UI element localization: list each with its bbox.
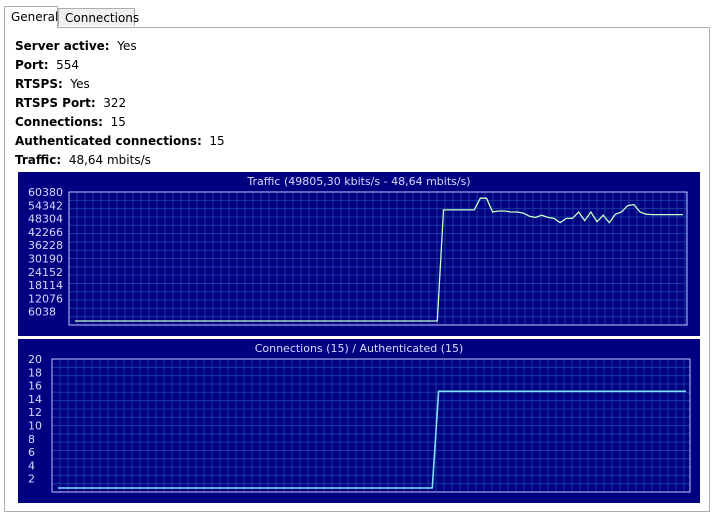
y-tick-label: 6 bbox=[28, 446, 35, 459]
rtsps-row: RTSPS: Yes bbox=[15, 75, 225, 94]
connections-value: 15 bbox=[110, 115, 126, 129]
tab-general[interactable]: General bbox=[4, 6, 58, 28]
connections-row: Connections: 15 bbox=[15, 113, 225, 132]
y-tick-label: 16 bbox=[28, 380, 42, 393]
y-tick-label: 12 bbox=[28, 406, 42, 419]
y-tick-label: 20 bbox=[28, 353, 42, 366]
y-tick-label: 54342 bbox=[28, 199, 63, 212]
server-info: Server active: Yes Port: 554 RTSPS: Yes … bbox=[15, 37, 225, 170]
traffic-label: Traffic: bbox=[15, 153, 62, 167]
y-tick-label: 2 bbox=[28, 473, 35, 486]
y-tick-label: 60380 bbox=[28, 186, 63, 199]
y-tick-label: 24152 bbox=[28, 266, 63, 279]
y-tick-label: 36228 bbox=[28, 239, 63, 252]
rtsps-port-row: RTSPS Port: 322 bbox=[15, 94, 225, 113]
general-panel: Server active: Yes Port: 554 RTSPS: Yes … bbox=[4, 27, 710, 512]
y-tick-label: 30190 bbox=[28, 253, 63, 266]
traffic-value: 48,64 mbits/s bbox=[68, 153, 151, 167]
authenticated-value: 15 bbox=[209, 134, 225, 148]
y-tick-label: 12076 bbox=[28, 292, 63, 305]
traffic-chart-svg: Traffic (49805,30 kbits/s - 48,64 mbits/… bbox=[28, 175, 688, 326]
chart-grid bbox=[52, 359, 690, 492]
traffic-row: Traffic: 48,64 mbits/s bbox=[15, 151, 225, 170]
y-tick-label: 4 bbox=[28, 459, 35, 472]
connections-label: Connections: bbox=[15, 115, 103, 129]
server-active-row: Server active: Yes bbox=[15, 37, 225, 56]
connections-chart-svg: Connections (15) / Authenticated (15)201… bbox=[28, 342, 691, 493]
rtsps-label: RTSPS: bbox=[15, 77, 63, 91]
connections-chart: Connections (15) / Authenticated (15) 20 1… bbox=[18, 339, 700, 503]
authenticated-row: Authenticated connections: 15 bbox=[15, 132, 225, 151]
chart-grid bbox=[69, 192, 687, 325]
y-tick-label: 14 bbox=[28, 393, 42, 406]
y-tick-label: 42266 bbox=[28, 226, 63, 239]
traffic-chart: Traffic (49805,30 kbits/s - 48,64 mbits/… bbox=[18, 172, 700, 336]
rtsps-port-label: RTSPS Port: bbox=[15, 96, 96, 110]
port-row: Port: 554 bbox=[15, 56, 225, 75]
authenticated-label: Authenticated connections: bbox=[15, 134, 202, 148]
y-tick-label: 18 bbox=[28, 366, 42, 379]
rtsps-port-value: 322 bbox=[103, 96, 127, 110]
server-active-value: Yes bbox=[117, 39, 137, 53]
y-tick-label: 8 bbox=[28, 433, 35, 446]
y-tick-label: 48304 bbox=[28, 213, 63, 226]
chart-title: Connections (15) / Authenticated (15) bbox=[255, 342, 464, 355]
port-label: Port: bbox=[15, 58, 49, 72]
tab-connections[interactable]: Connections bbox=[58, 8, 139, 26]
y-tick-label: 6038 bbox=[28, 306, 56, 319]
server-active-label: Server active: bbox=[15, 39, 110, 53]
chart-title: Traffic (49805,30 kbits/s - 48,64 mbits/… bbox=[246, 175, 470, 188]
port-value: 554 bbox=[56, 58, 80, 72]
rtsps-value: Yes bbox=[70, 77, 90, 91]
y-tick-label: 18114 bbox=[28, 279, 63, 292]
y-tick-label: 10 bbox=[28, 420, 42, 433]
